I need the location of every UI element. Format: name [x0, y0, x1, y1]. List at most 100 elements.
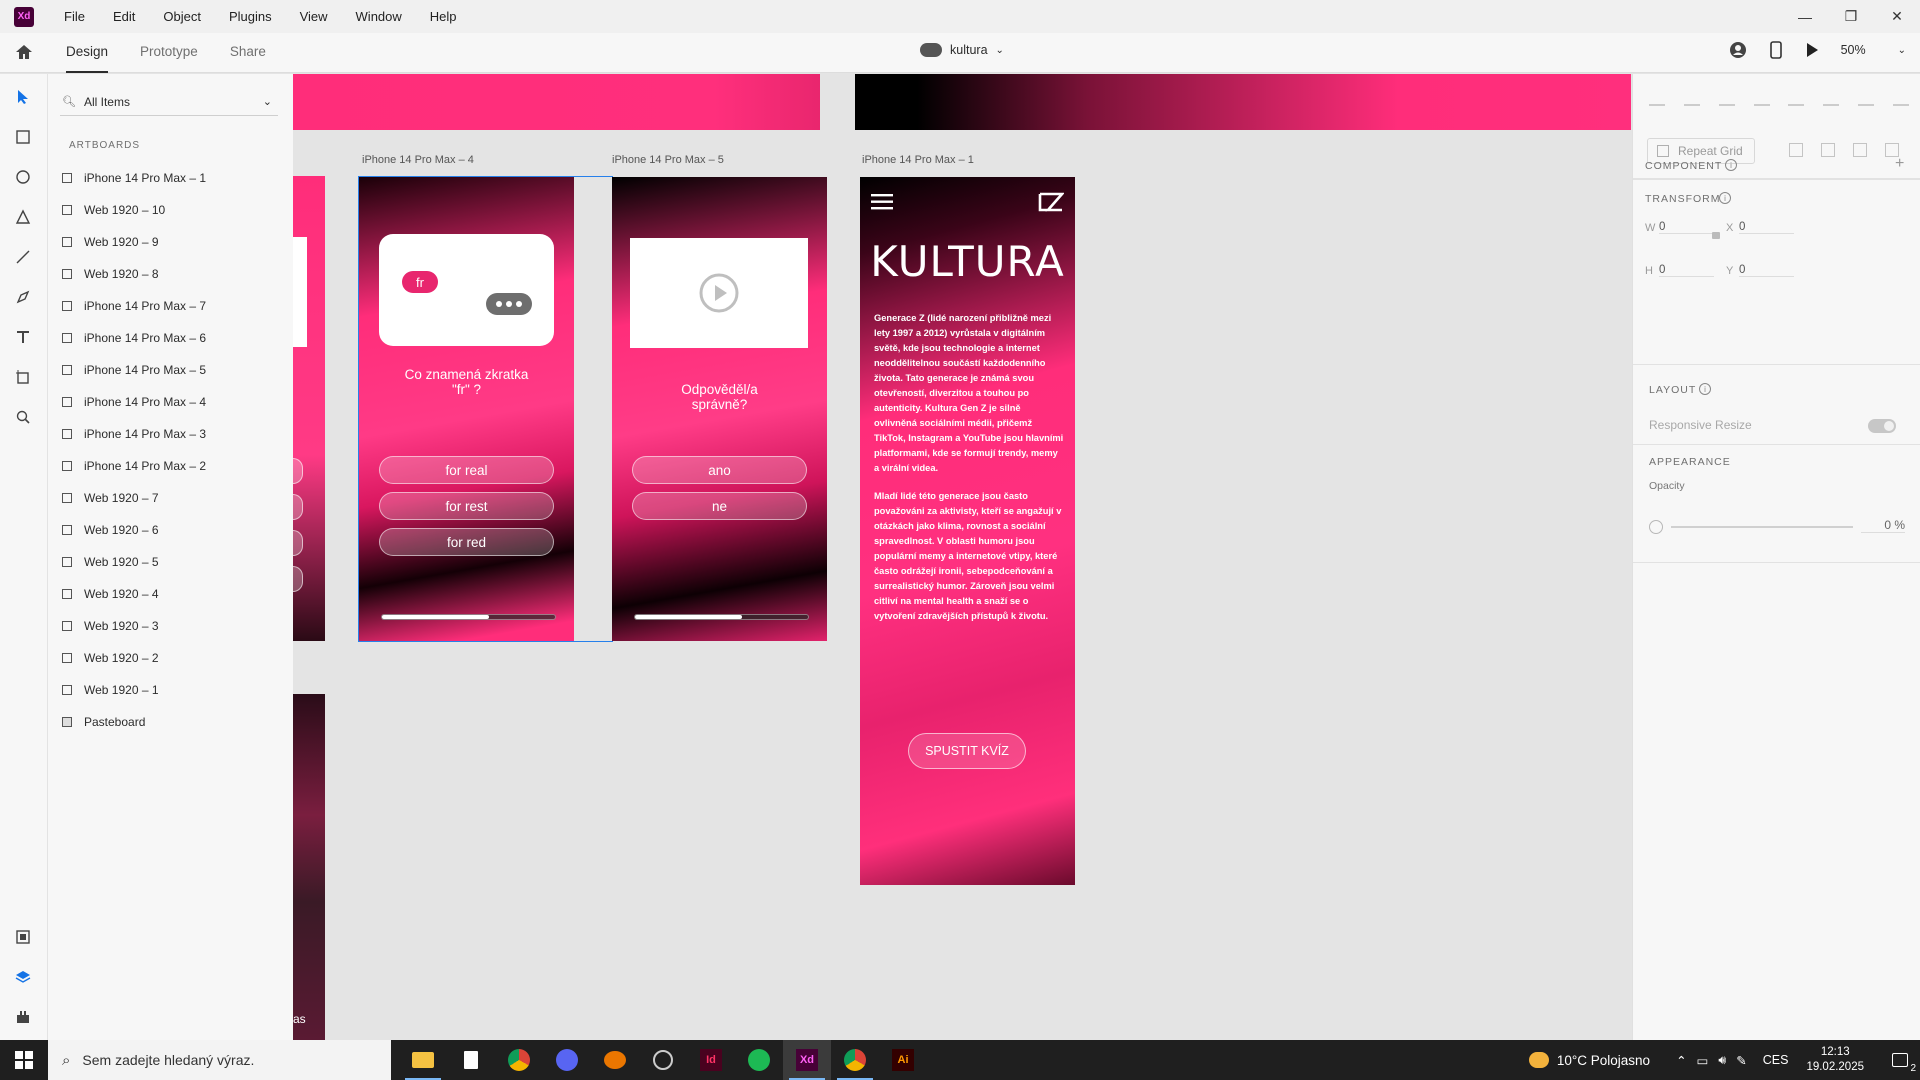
close-icon[interactable]: ✕: [1874, 0, 1920, 33]
play-circle-icon[interactable]: [699, 273, 739, 313]
hamburger-menu-icon[interactable]: [871, 193, 893, 211]
info-icon[interactable]: i: [1719, 192, 1731, 204]
list-item[interactable]: Web 1920 – 2: [60, 642, 285, 674]
zoom-level[interactable]: 50%: [1841, 43, 1866, 57]
weather-icon[interactable]: [1528, 1052, 1549, 1068]
minimize-icon[interactable]: —: [1782, 0, 1828, 33]
indesign-icon[interactable]: Id: [687, 1040, 735, 1080]
list-item[interactable]: iPhone 14 Pro Max – 7: [60, 290, 285, 322]
menu-file[interactable]: File: [50, 9, 99, 24]
menu-window[interactable]: Window: [342, 9, 416, 24]
menu-plugins[interactable]: Plugins: [215, 9, 286, 24]
list-item[interactable]: iPhone 14 Pro Max – 4: [60, 386, 285, 418]
zoom-tool-icon[interactable]: [12, 406, 34, 428]
layers-icon[interactable]: [12, 966, 34, 988]
info-icon[interactable]: i: [1725, 159, 1737, 171]
blender-icon[interactable]: [591, 1040, 639, 1080]
lock-aspect-icon[interactable]: [1712, 232, 1720, 239]
chevron-up-icon[interactable]: ⌃: [1676, 1053, 1686, 1068]
list-item[interactable]: Web 1920 – 8: [60, 258, 285, 290]
menu-object[interactable]: Object: [149, 9, 215, 24]
boolean-subtract-icon[interactable]: [1821, 143, 1835, 157]
gz-logo-icon[interactable]: [1038, 192, 1064, 212]
align-right-icon[interactable]: [1858, 90, 1875, 106]
artboard-label[interactable]: iPhone 14 Pro Max – 1: [862, 154, 974, 166]
select-tool-icon[interactable]: [12, 86, 34, 108]
list-item[interactable]: iPhone 14 Pro Max – 3: [60, 418, 285, 450]
artboard-label[interactable]: iPhone 14 Pro Max – 5: [612, 154, 724, 166]
width-field[interactable]: 0: [1659, 221, 1714, 234]
layers-filter[interactable]: 🔍︎ All Items ⌄: [60, 88, 278, 116]
list-item[interactable]: Pasteboard: [60, 706, 285, 738]
artboard-iphone-1[interactable]: KULTURA Generace Z (lidé narození přibli…: [860, 177, 1075, 885]
list-item[interactable]: iPhone 14 Pro Max – 5: [60, 354, 285, 386]
line-tool-icon[interactable]: [12, 246, 34, 268]
add-component-icon[interactable]: +: [1895, 155, 1904, 173]
artboard-iphone-4[interactable]: fr Co znamená zkratka "fr" ? for real fo…: [359, 177, 574, 641]
restore-icon[interactable]: ❐: [1828, 0, 1874, 33]
artboard-label[interactable]: iPhone 14 Pro Max – 4: [362, 154, 474, 166]
user-icon[interactable]: [1729, 41, 1747, 59]
notification-center-icon[interactable]: 2: [1880, 1040, 1920, 1080]
ellipse-tool-icon[interactable]: [12, 166, 34, 188]
discord-icon[interactable]: [543, 1040, 591, 1080]
artboard-partial-bottom[interactable]: as: [293, 694, 325, 1040]
pen-tool-icon[interactable]: [12, 286, 34, 308]
chrome-icon[interactable]: [495, 1040, 543, 1080]
opacity-slider-track[interactable]: [1671, 526, 1853, 528]
home-icon[interactable]: [14, 42, 34, 62]
list-item[interactable]: Web 1920 – 6: [60, 514, 285, 546]
tab-prototype[interactable]: Prototype: [140, 33, 198, 73]
y-field[interactable]: 0: [1739, 264, 1794, 277]
align-left-icon[interactable]: [1788, 90, 1805, 106]
file-explorer-icon[interactable]: [399, 1040, 447, 1080]
windows-start-icon[interactable]: [0, 1040, 48, 1080]
list-item[interactable]: Web 1920 – 1: [60, 674, 285, 706]
document-name-dropdown[interactable]: kultura ⌄: [920, 43, 1004, 57]
answer-button[interactable]: for real: [379, 456, 554, 484]
x-field[interactable]: 0: [1739, 221, 1794, 234]
menu-edit[interactable]: Edit: [99, 9, 149, 24]
list-item[interactable]: Web 1920 – 7: [60, 482, 285, 514]
responsive-resize-toggle[interactable]: [1868, 419, 1896, 433]
list-item[interactable]: Web 1920 – 9: [60, 226, 285, 258]
answer-button[interactable]: ne: [632, 492, 807, 520]
taskbar-search[interactable]: ⌕ Sem zadejte hledaný výraz.: [48, 1040, 391, 1080]
clock[interactable]: 12:13 19.02.2025: [1806, 1045, 1864, 1075]
info-icon[interactable]: i: [1699, 383, 1711, 395]
height-field[interactable]: 0: [1659, 264, 1714, 277]
menu-help[interactable]: Help: [416, 9, 471, 24]
assets-icon[interactable]: [12, 926, 34, 948]
volume-icon[interactable]: 🔊︎: [1718, 1053, 1726, 1068]
list-item[interactable]: Web 1920 – 5: [60, 546, 285, 578]
play-icon[interactable]: [1805, 42, 1819, 58]
pen-icon[interactable]: ✎: [1736, 1053, 1746, 1068]
weather-text[interactable]: 10°C Polojasno: [1557, 1053, 1650, 1068]
align-middle-icon[interactable]: [1683, 90, 1700, 106]
boolean-add-icon[interactable]: [1789, 143, 1803, 157]
language-indicator[interactable]: CES: [1763, 1053, 1789, 1067]
opacity-slider-knob[interactable]: [1649, 520, 1663, 534]
illustrator-icon[interactable]: Ai: [879, 1040, 927, 1080]
polygon-tool-icon[interactable]: [12, 206, 34, 228]
device-preview-icon[interactable]: [1769, 41, 1783, 59]
text-tool-icon[interactable]: [12, 326, 34, 348]
align-top-icon[interactable]: [1649, 90, 1665, 106]
list-item[interactable]: Web 1920 – 10: [60, 194, 285, 226]
answer-button[interactable]: for red: [379, 528, 554, 556]
artboard-web-partial-left[interactable]: [293, 74, 820, 130]
artboard-tool-icon[interactable]: [12, 366, 34, 388]
list-item[interactable]: iPhone 14 Pro Max – 2: [60, 450, 285, 482]
list-item[interactable]: Web 1920 – 4: [60, 578, 285, 610]
artboard-web-partial-right[interactable]: [855, 74, 1631, 130]
github-desktop-icon[interactable]: [639, 1040, 687, 1080]
artboard-iphone-5[interactable]: Odpověděl/a správně? ano ne: [612, 177, 827, 641]
rectangle-tool-icon[interactable]: [12, 126, 34, 148]
tab-share[interactable]: Share: [230, 33, 266, 73]
tab-design[interactable]: Design: [66, 33, 109, 73]
start-quiz-button[interactable]: SPUSTIT KVÍZ: [908, 733, 1026, 769]
answer-button[interactable]: ano: [632, 456, 807, 484]
zoom-chevron-icon[interactable]: ⌄: [1898, 45, 1906, 56]
menu-view[interactable]: View: [286, 9, 342, 24]
network-icon[interactable]: ▭: [1697, 1053, 1709, 1068]
